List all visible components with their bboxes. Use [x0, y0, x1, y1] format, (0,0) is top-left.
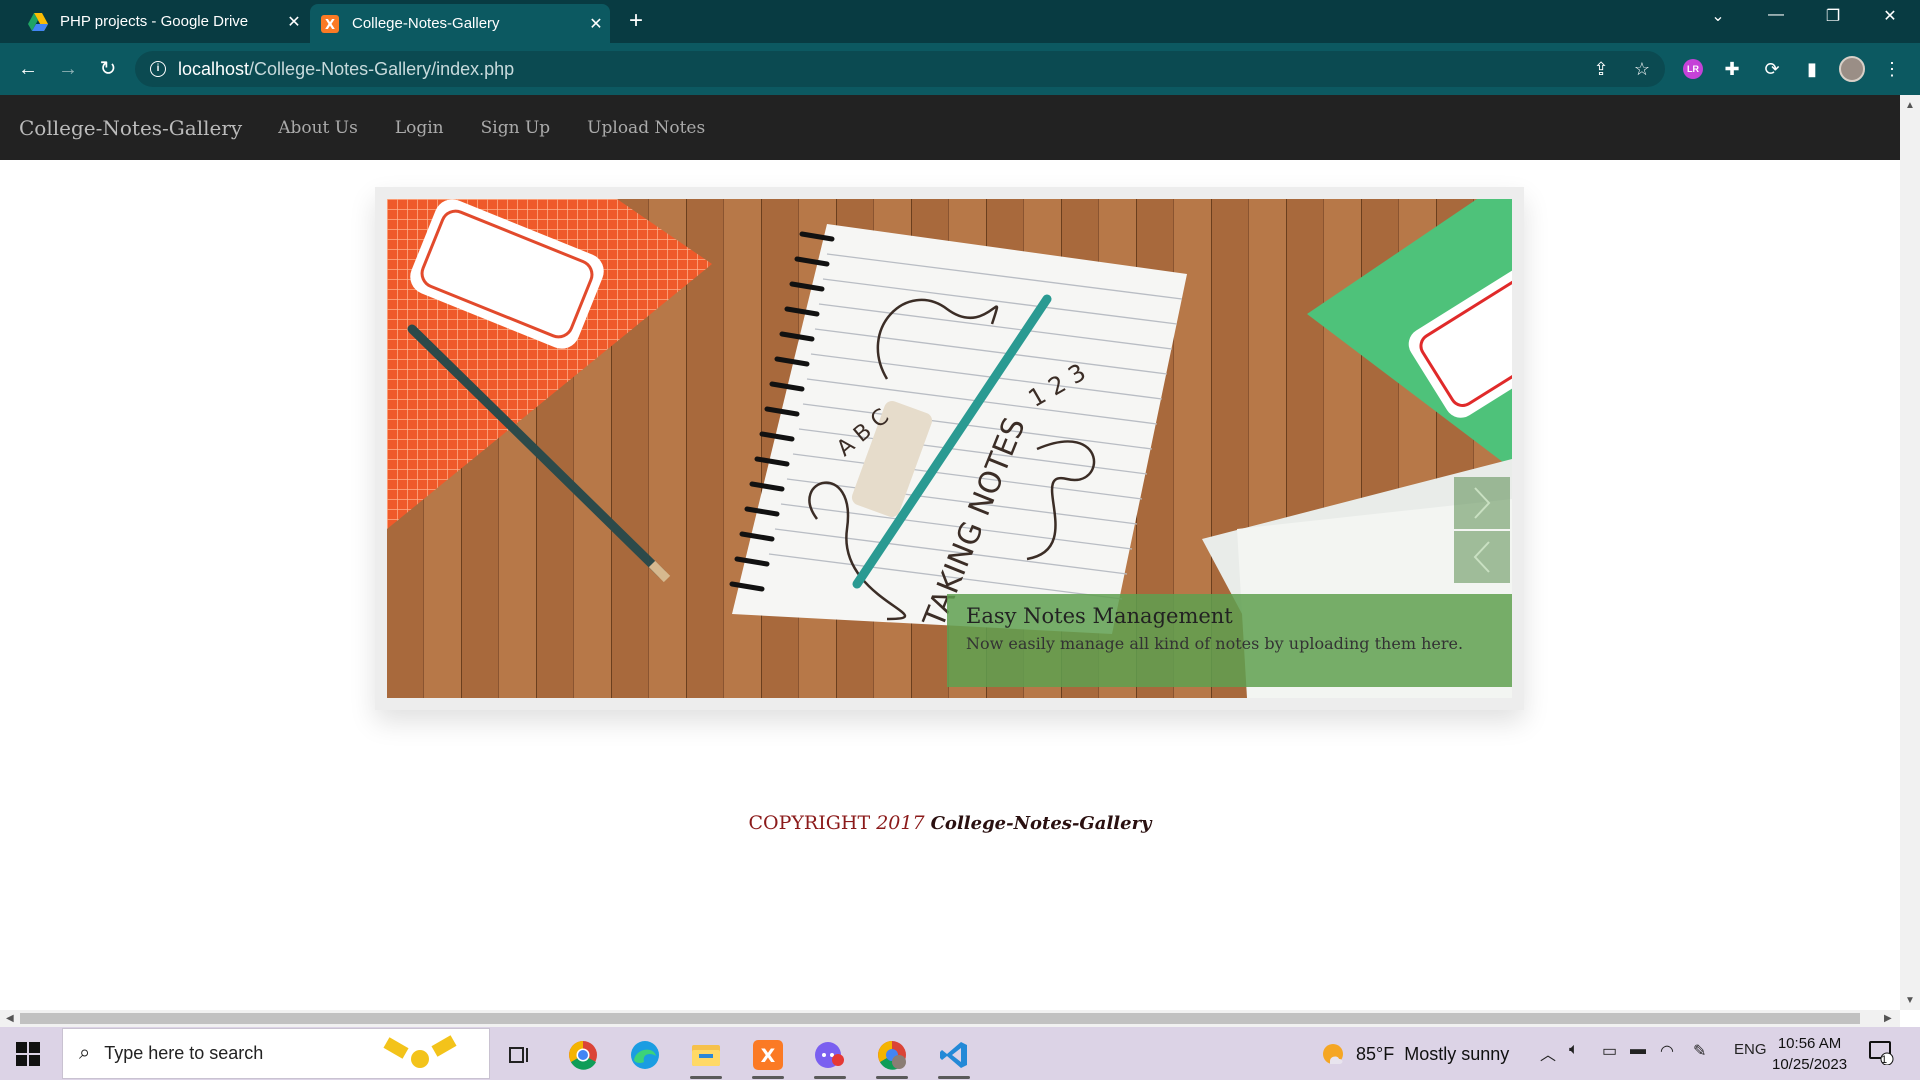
browser-toolbar: ← → ↻ i localhost/College-Notes-Gallery/…: [0, 43, 1920, 95]
windows-start-icon[interactable]: [16, 1042, 40, 1066]
weather-sun-icon: [1320, 1041, 1346, 1067]
forward-icon[interactable]: →: [54, 55, 82, 83]
edge-taskbar-icon[interactable]: [623, 1035, 667, 1075]
weather-text: Mostly sunny: [1404, 1043, 1510, 1064]
tab-title: PHP projects - Google Drive: [60, 13, 249, 30]
xampp-icon: X: [320, 14, 340, 34]
chrome-profile-taskbar-icon[interactable]: [870, 1035, 914, 1079]
scroll-right-icon[interactable]: ▶: [1884, 1013, 1892, 1024]
scroll-left-icon[interactable]: ◀: [6, 1013, 14, 1024]
task-view-icon[interactable]: [498, 1035, 542, 1075]
horizontal-scrollbar[interactable]: ◀ ▶: [0, 1010, 1900, 1027]
slider-prev-button[interactable]: [1454, 531, 1510, 583]
xampp-taskbar-icon[interactable]: X: [746, 1035, 790, 1079]
running-indicator: [876, 1076, 908, 1079]
chevron-left-icon: [1473, 541, 1490, 573]
slide-image: TAKING NOTES A B C 1 2 3 Easy Notes Mana…: [387, 199, 1512, 698]
taskbar-clock[interactable]: 10:56 AM 10/25/2023: [1772, 1033, 1847, 1075]
nav-sign-up[interactable]: Sign Up: [481, 118, 551, 138]
wifi-icon[interactable]: ◠: [1660, 1041, 1674, 1061]
search-placeholder: Type here to search: [104, 1043, 264, 1063]
show-hidden-icons-chevron-icon[interactable]: ︿: [1540, 1041, 1556, 1065]
bookmark-star-icon[interactable]: ☆: [1628, 55, 1656, 83]
tab-college-notes-gallery[interactable]: X College-Notes-Gallery ✕: [310, 4, 610, 43]
chevron-right-icon: [1474, 487, 1491, 519]
nav-login[interactable]: Login: [395, 118, 444, 138]
discord-taskbar-icon[interactable]: [808, 1035, 852, 1079]
copyright-year: 2017: [876, 812, 925, 834]
extensions-puzzle-icon[interactable]: ✚: [1718, 55, 1746, 83]
tab-search-chevron-icon[interactable]: ⌄: [1698, 6, 1738, 26]
weather-temp: 85°F: [1356, 1043, 1395, 1064]
horizontal-scroll-thumb[interactable]: [20, 1013, 1860, 1024]
site-navbar: College-Notes-Gallery About Us Login Sig…: [0, 95, 1900, 160]
footer-copyright: COPYRIGHT 2017 College-Notes-Gallery: [0, 812, 1900, 834]
running-indicator: [690, 1076, 722, 1079]
vscode-taskbar-icon[interactable]: [932, 1035, 976, 1079]
slide-caption: Easy Notes Management Now easily manage …: [947, 594, 1512, 687]
close-tab-icon[interactable]: ✕: [582, 14, 610, 34]
reload-icon[interactable]: ↻: [94, 55, 122, 83]
side-panel-icon[interactable]: ▮: [1798, 55, 1826, 83]
google-drive-icon: [28, 12, 48, 32]
running-indicator: [938, 1076, 970, 1079]
share-icon[interactable]: ⇪: [1587, 55, 1615, 83]
volume-icon[interactable]: 🔈︎: [1569, 1041, 1579, 1059]
search-icon: ⌕: [79, 1042, 91, 1064]
search-highlight-icon: [381, 1034, 461, 1074]
back-icon[interactable]: ←: [14, 55, 42, 83]
caption-text: Now easily manage all kind of notes by u…: [966, 634, 1464, 653]
chrome-taskbar-icon[interactable]: [561, 1035, 605, 1075]
restore-icon[interactable]: ❐: [1813, 6, 1853, 26]
tab-title: College-Notes-Gallery: [352, 15, 500, 32]
svg-text:X: X: [761, 1045, 776, 1067]
slider-next-button[interactable]: [1454, 477, 1510, 529]
tab-strip: PHP projects - Google Drive ✕ X College-…: [0, 0, 1920, 43]
scroll-down-icon[interactable]: ▼: [1905, 995, 1915, 1006]
nav-about-us[interactable]: About Us: [278, 118, 358, 138]
extension-swirl-icon[interactable]: ⟳: [1758, 55, 1786, 83]
site-info-icon[interactable]: i: [150, 61, 166, 77]
running-indicator: [752, 1076, 784, 1079]
taskbar-search-box[interactable]: ⌕ Type here to search: [62, 1028, 490, 1079]
caption-title: Easy Notes Management: [966, 604, 1233, 628]
url-text: localhost/College-Notes-Gallery/index.ph…: [178, 58, 515, 79]
vertical-scrollbar[interactable]: ▲ ▼: [1900, 95, 1920, 1010]
clock-date: 10/25/2023: [1772, 1056, 1848, 1073]
battery-icon[interactable]: ▬: [1630, 1041, 1646, 1059]
image-slider: TAKING NOTES A B C 1 2 3 Easy Notes Mana…: [375, 187, 1524, 710]
tab-google-drive[interactable]: PHP projects - Google Drive ✕: [18, 0, 308, 43]
profile-avatar[interactable]: [1838, 55, 1866, 83]
copyright-site-name: College-Notes-Gallery: [930, 813, 1152, 834]
language-indicator[interactable]: ENG: [1734, 1041, 1767, 1058]
weather-widget[interactable]: 85°F Mostly sunny: [1320, 1041, 1509, 1067]
menu-kebab-icon[interactable]: ⋮: [1878, 55, 1906, 83]
address-bar[interactable]: i localhost/College-Notes-Gallery/index.…: [135, 51, 1665, 87]
svg-text:X: X: [325, 18, 335, 33]
meet-now-icon[interactable]: ▭: [1602, 1041, 1617, 1061]
nav-upload-notes[interactable]: Upload Notes: [587, 118, 705, 138]
pen-icon[interactable]: ✎: [1693, 1041, 1706, 1061]
close-tab-icon[interactable]: ✕: [280, 12, 308, 32]
running-indicator: [814, 1076, 846, 1079]
site-brand-link[interactable]: College-Notes-Gallery: [19, 116, 242, 140]
file-explorer-icon[interactable]: [684, 1035, 728, 1079]
scroll-up-icon[interactable]: ▲: [1905, 100, 1915, 111]
extension-lr-icon[interactable]: LR: [1679, 55, 1707, 83]
close-window-icon[interactable]: ✕: [1870, 6, 1910, 26]
new-tab-button[interactable]: +: [622, 8, 650, 36]
clock-time: 10:56 AM: [1777, 1035, 1842, 1052]
notification-count: 1: [1881, 1054, 1888, 1066]
minimize-icon[interactable]: —: [1756, 6, 1796, 24]
windows-taskbar: ⌕ Type here to search X 85°F Mostly sunn…: [0, 1027, 1920, 1080]
copyright-word: COPYRIGHT: [748, 812, 871, 834]
